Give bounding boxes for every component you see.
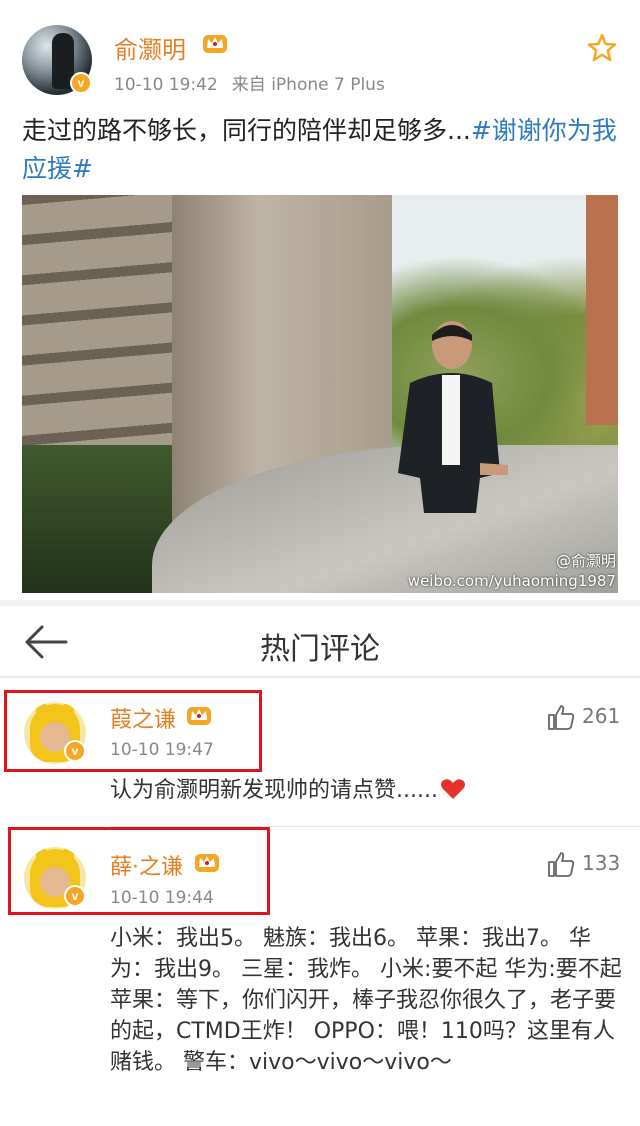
watermark-url: weibo.com/yuhaoming1987	[407, 572, 616, 590]
highlight-box	[8, 827, 270, 915]
crown-icon[interactable]	[202, 32, 228, 54]
comment-text: 小米：我出5。 魅族：我出6。 苹果：我出7。 华为：我出9。 三星：我炸。 小…	[110, 926, 622, 1075]
post-time: 10-10 19:42	[114, 75, 218, 95]
photo-orange-wall	[586, 195, 618, 425]
like-count: 133	[582, 851, 621, 875]
post-photo[interactable]: @俞灏明 weibo.com/yuhaoming1987	[22, 195, 618, 593]
star-icon[interactable]	[586, 32, 618, 64]
comments-header: 热门评论	[0, 606, 640, 678]
photo-greenery	[22, 445, 172, 593]
post-meta: 10-10 19:42 来自 iPhone 7 Plus	[114, 70, 385, 95]
highlight-box	[4, 690, 262, 772]
comment-item: v 薛·之谦 10-10 19:44 133 小米：我出5。 魅族：我出6。 苹…	[0, 827, 640, 1126]
comment-text: 认为俞灏明新发现帅的请点赞......	[110, 775, 622, 806]
page-title: 热门评论	[260, 632, 380, 667]
photo-person	[398, 321, 508, 513]
comment-item: v 葭之谦 10-10 19:47 261 认为俞灏明新发现帅的请点赞.....…	[0, 680, 640, 826]
post-body-text: 走过的路不够长，同行的陪伴却足够多...	[22, 116, 471, 145]
heart-icon	[440, 779, 465, 799]
weibo-post: v 俞灏明 10-10 19:42 来自 iPhone 7 Plus 走过的路不够…	[0, 0, 640, 605]
like-count: 261	[582, 704, 621, 728]
comment-body: 认为俞灏明新发现帅的请点赞......	[110, 778, 438, 803]
watermark-handle: @俞灏明	[555, 552, 616, 570]
post-source[interactable]: 来自 iPhone 7 Plus	[232, 75, 385, 95]
post-author-name[interactable]: 俞灏明	[114, 30, 186, 65]
photo-watermark: @俞灏明 weibo.com/yuhaoming1987	[408, 551, 616, 591]
post-text: 走过的路不够长，同行的陪伴却足够多...#谢谢你为我应援#	[22, 112, 618, 188]
verified-badge-icon: v	[70, 72, 92, 94]
like-thumb-icon[interactable]	[546, 702, 576, 732]
like-thumb-icon[interactable]	[546, 849, 576, 879]
